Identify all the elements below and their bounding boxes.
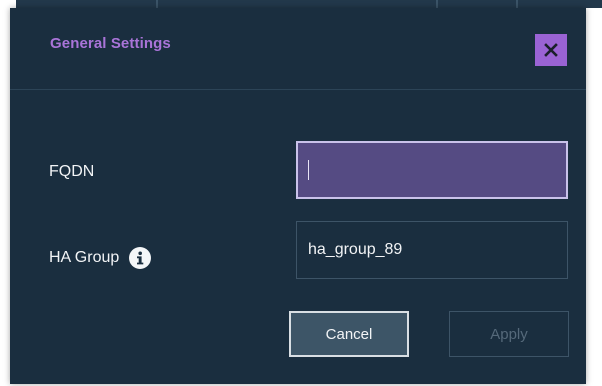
fqdn-label: FQDN (49, 163, 95, 180)
close-button[interactable] (535, 34, 567, 66)
ha-group-label: HA Group (49, 249, 120, 266)
dialog-header: General Settings (10, 8, 586, 90)
general-settings-dialog: General Settings FQDN HA Group Cancel Ap… (10, 8, 586, 384)
close-icon (544, 43, 558, 57)
ha-group-input[interactable] (296, 221, 568, 279)
toolbar-divider (436, 0, 438, 8)
text-cursor (308, 160, 309, 180)
toolbar-divider (156, 0, 158, 8)
page: General Settings FQDN HA Group Cancel Ap… (0, 0, 602, 386)
ha-group-label-row: HA Group (49, 247, 152, 269)
cancel-button[interactable]: Cancel (289, 311, 409, 357)
dialog-title: General Settings (50, 35, 171, 52)
fqdn-input[interactable] (296, 141, 568, 199)
info-icon[interactable] (129, 247, 152, 269)
toolbar-divider (516, 0, 518, 8)
background-toolbar (16, 0, 602, 8)
apply-button[interactable]: Apply (449, 311, 569, 357)
info-glyph (137, 251, 144, 265)
